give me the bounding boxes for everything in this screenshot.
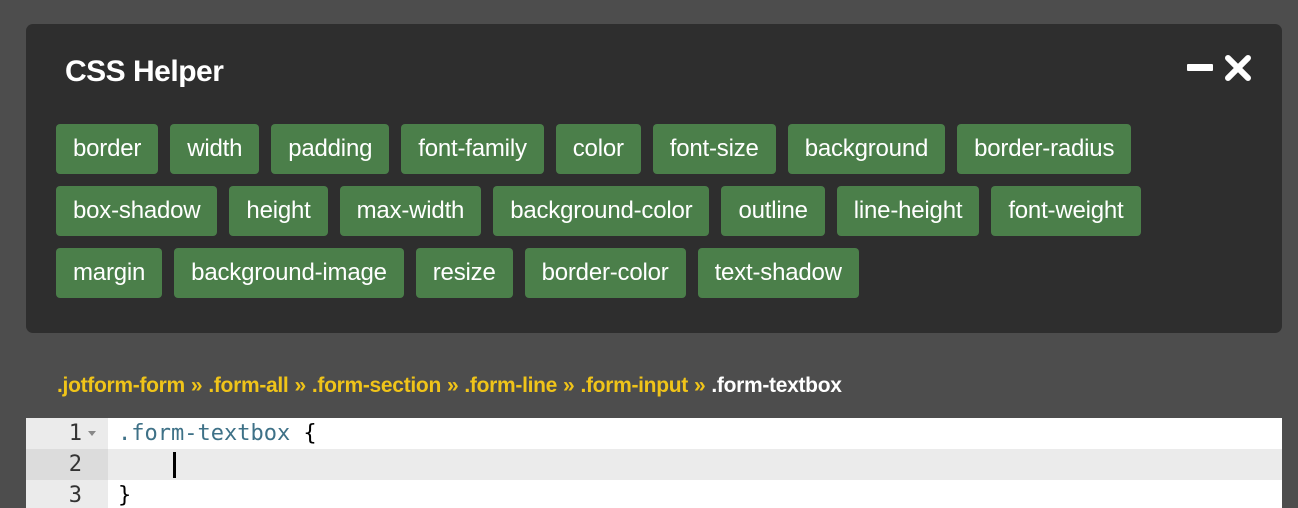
resize-button[interactable]: resize: [415, 248, 513, 298]
background-button[interactable]: background: [787, 124, 946, 174]
css-helper-panel: CSS Helper border width padding font-family…: [26, 24, 1282, 333]
breadcrumb: .jotform-form» .form-all» .form-section» .f…: [57, 372, 842, 400]
fold-arrow-icon[interactable]: [88, 431, 96, 436]
padding-button[interactable]: padding: [271, 124, 390, 174]
border-button[interactable]: border: [56, 124, 159, 174]
brace-text: {: [290, 421, 317, 446]
code-line-active[interactable]: 2: [26, 449, 1282, 480]
width-button[interactable]: width: [170, 124, 260, 174]
background-image-button[interactable]: background-image: [174, 248, 404, 298]
breadcrumb-item[interactable]: .form-line: [464, 374, 557, 397]
line-number: 2: [26, 449, 108, 480]
border-radius-button[interactable]: border-radius: [957, 124, 1132, 174]
breadcrumb-separator: »: [190, 374, 203, 397]
close-button[interactable]: [1225, 54, 1251, 86]
max-width-button[interactable]: max-width: [339, 186, 482, 236]
code-line[interactable]: 1 .form-textbox {: [26, 418, 1282, 449]
close-icon: [1225, 54, 1251, 86]
line-code: .form-textbox {: [118, 418, 317, 449]
property-row: border width padding font-family color font-s…: [56, 124, 1256, 174]
font-size-button[interactable]: font-size: [652, 124, 776, 174]
breadcrumb-item[interactable]: .form-all: [208, 374, 288, 397]
breadcrumb-separator: »: [693, 374, 706, 397]
box-shadow-button[interactable]: box-shadow: [56, 186, 218, 236]
minimize-button[interactable]: [1187, 57, 1213, 83]
breadcrumb-item[interactable]: .form-section: [312, 374, 441, 397]
font-family-button[interactable]: font-family: [401, 124, 544, 174]
brace-text: }: [118, 483, 132, 508]
outline-button[interactable]: outline: [721, 186, 825, 236]
height-button[interactable]: height: [229, 186, 328, 236]
panel-title: CSS Helper: [65, 55, 224, 88]
css-selector: .form-textbox: [118, 421, 291, 446]
breadcrumb-current: .form-textbox: [711, 374, 842, 397]
background-color-button[interactable]: background-color: [493, 186, 710, 236]
text-cursor: [173, 452, 176, 478]
breadcrumb-separator: »: [294, 374, 306, 397]
breadcrumb-item[interactable]: .jotform-form: [57, 374, 185, 397]
font-weight-button[interactable]: font-weight: [991, 186, 1141, 236]
breadcrumb-separator: »: [563, 374, 575, 397]
line-number: 3: [68, 483, 82, 508]
text-shadow-button[interactable]: text-shadow: [697, 248, 859, 298]
panel-controls: [1187, 54, 1251, 86]
border-color-button[interactable]: border-color: [524, 248, 686, 298]
minus-icon: [1187, 55, 1213, 86]
code-editor[interactable]: 1 .form-textbox { 2 3 }: [26, 418, 1282, 508]
color-button[interactable]: color: [555, 124, 641, 174]
margin-button[interactable]: margin: [56, 248, 163, 298]
breadcrumb-separator: »: [446, 374, 459, 397]
code-line[interactable]: 3 }: [26, 480, 1282, 508]
property-row: margin background-image resize border-color…: [56, 248, 1256, 298]
property-buttons: border width padding font-family color font-s…: [56, 124, 1256, 310]
line-code: }: [118, 480, 131, 508]
line-height-button[interactable]: line-height: [836, 186, 980, 236]
breadcrumb-item[interactable]: .form-input: [580, 374, 688, 397]
property-row: box-shadow height max-width background-colo…: [56, 186, 1256, 236]
